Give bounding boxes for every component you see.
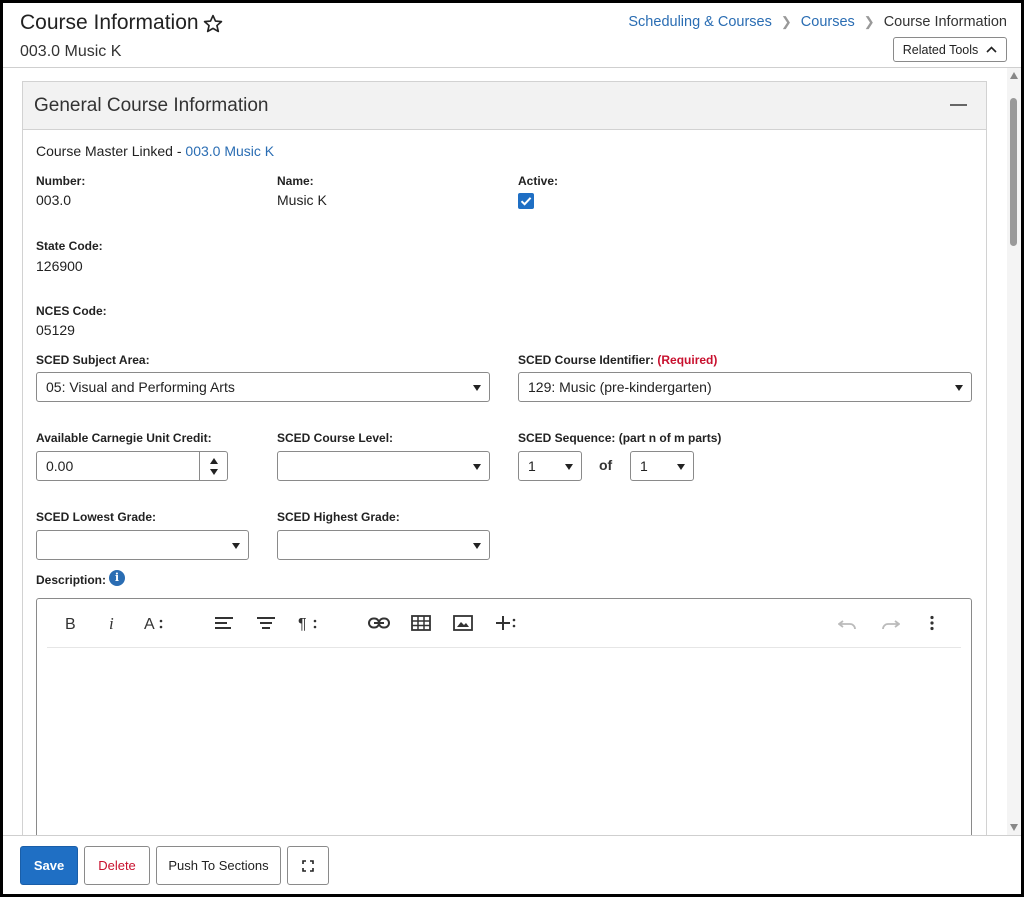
panel-title: General Course Information xyxy=(34,95,269,116)
state-code-label: State Code: xyxy=(36,239,103,253)
undo-icon[interactable] xyxy=(835,611,861,635)
breadcrumb: Scheduling & Courses ❯ Courses ❯ Course … xyxy=(628,14,1007,30)
italic-icon[interactable]: i xyxy=(99,611,125,635)
name-value: Music K xyxy=(277,192,327,208)
table-icon[interactable] xyxy=(408,611,434,635)
course-master-link[interactable]: 003.0 Music K xyxy=(185,143,274,159)
stepper-down-icon[interactable] xyxy=(210,469,218,475)
insert-more-icon[interactable] xyxy=(493,611,519,635)
lowest-grade-label: SCED Lowest Grade: xyxy=(36,510,157,524)
breadcrumb-current: Course Information xyxy=(883,14,1007,30)
sequence-n-select[interactable]: 1 xyxy=(518,451,582,481)
bold-icon[interactable]: B xyxy=(57,611,83,635)
caret-down-icon xyxy=(473,543,481,549)
chevron-up-icon xyxy=(986,46,997,53)
align-center-icon[interactable] xyxy=(253,611,279,635)
related-tools-button[interactable]: Related Tools xyxy=(893,37,1007,62)
state-code-value: 126900 xyxy=(36,258,83,274)
caret-down-icon xyxy=(677,464,685,470)
chevron-right-icon: ❯ xyxy=(780,14,792,29)
breadcrumb-courses[interactable]: Courses xyxy=(801,14,855,30)
active-label: Active: xyxy=(518,174,559,188)
course-level-label: SCED Course Level: xyxy=(277,431,394,445)
sequence-of-text: of xyxy=(599,457,613,473)
description-editor[interactable]: B i A ¶ xyxy=(36,598,972,835)
collapse-icon[interactable] xyxy=(950,104,967,106)
course-level-select[interactable] xyxy=(277,451,490,481)
redo-icon[interactable] xyxy=(877,611,903,635)
caret-down-icon xyxy=(232,543,240,549)
description-label: Description: xyxy=(36,573,107,587)
content-scroll-area: General Course Information Course Master… xyxy=(3,68,1021,835)
sced-course-id-select[interactable]: 129: Music (pre-kindergarten) xyxy=(518,372,972,402)
lowest-grade-select[interactable] xyxy=(36,530,249,560)
required-marker: (Required) xyxy=(657,353,718,367)
number-label: Number: xyxy=(36,174,86,188)
panel-header: General Course Information xyxy=(23,82,986,130)
checkmark-icon xyxy=(520,197,532,206)
font-size-icon[interactable]: A xyxy=(141,611,167,635)
number-stepper[interactable] xyxy=(199,452,227,480)
paragraph-icon[interactable]: ¶ xyxy=(295,611,321,635)
course-master-linked: Course Master Linked - 003.0 Music K xyxy=(36,143,274,159)
svg-text:¶: ¶ xyxy=(298,616,307,631)
highest-grade-label: SCED Highest Grade: xyxy=(277,510,400,524)
caret-down-icon xyxy=(473,464,481,470)
nces-code-label: NCES Code: xyxy=(36,304,107,318)
number-value: 003.0 xyxy=(36,192,72,208)
nces-code-value: 05129 xyxy=(36,322,75,338)
more-options-icon[interactable] xyxy=(919,611,945,635)
action-bar: Save Delete Push To Sections xyxy=(3,835,1021,894)
vertical-scrollbar[interactable] xyxy=(1007,68,1021,835)
active-checkbox[interactable] xyxy=(518,193,534,209)
carnegie-credit-input[interactable]: 0.00 xyxy=(36,451,228,481)
push-to-sections-button[interactable]: Push To Sections xyxy=(156,846,281,885)
svg-text:A: A xyxy=(144,616,155,631)
stepper-up-icon[interactable] xyxy=(210,458,218,464)
caret-down-icon xyxy=(473,385,481,391)
link-icon[interactable] xyxy=(366,611,392,635)
caret-down-icon xyxy=(955,385,963,391)
fullscreen-button[interactable] xyxy=(287,846,329,885)
page-title: Course Information xyxy=(20,11,199,34)
star-icon[interactable] xyxy=(202,13,224,35)
scroll-up-arrow-icon[interactable] xyxy=(1010,72,1018,79)
delete-button[interactable]: Delete xyxy=(84,846,150,885)
image-icon[interactable] xyxy=(450,611,476,635)
highest-grade-select[interactable] xyxy=(277,530,490,560)
svg-text:i: i xyxy=(109,615,114,631)
carnegie-credit-label: Available Carnegie Unit Credit: xyxy=(36,431,212,445)
breadcrumb-scheduling-courses[interactable]: Scheduling & Courses xyxy=(628,14,771,30)
sced-sequence-label: SCED Sequence: (part n of m parts) xyxy=(518,431,722,445)
sced-course-id-label: SCED Course Identifier: (Required) xyxy=(518,353,717,367)
chevron-right-icon: ❯ xyxy=(863,14,875,29)
sced-subject-select[interactable]: 05: Visual and Performing Arts xyxy=(36,372,490,402)
sced-subject-value: 05: Visual and Performing Arts xyxy=(46,379,235,395)
info-icon[interactable]: i xyxy=(109,570,125,586)
general-course-info-panel: General Course Information Course Master… xyxy=(22,81,987,835)
svg-text:B: B xyxy=(65,616,76,631)
name-label: Name: xyxy=(277,174,314,188)
page-subtitle: 003.0 Music K xyxy=(20,43,122,60)
course-master-prefix: Course Master Linked - xyxy=(36,143,186,159)
sequence-n-value: 1 xyxy=(528,458,536,474)
sced-course-id-label-text: SCED Course Identifier: xyxy=(518,353,655,367)
save-button[interactable]: Save xyxy=(20,846,78,885)
expand-icon xyxy=(302,859,314,872)
scroll-down-arrow-icon[interactable] xyxy=(1010,824,1018,831)
related-tools-label: Related Tools xyxy=(902,42,979,57)
scroll-thumb[interactable] xyxy=(1010,98,1017,246)
caret-down-icon xyxy=(565,464,573,470)
sced-subject-label: SCED Subject Area: xyxy=(36,353,150,367)
app-window: Course Information 003.0 Music K Schedul… xyxy=(0,0,1024,897)
carnegie-credit-value: 0.00 xyxy=(46,458,74,474)
sequence-m-value: 1 xyxy=(640,458,648,474)
align-left-icon[interactable] xyxy=(211,611,237,635)
sced-course-id-value: 129: Music (pre-kindergarten) xyxy=(528,379,712,395)
sequence-m-select[interactable]: 1 xyxy=(630,451,694,481)
toolbar-divider xyxy=(47,647,961,648)
